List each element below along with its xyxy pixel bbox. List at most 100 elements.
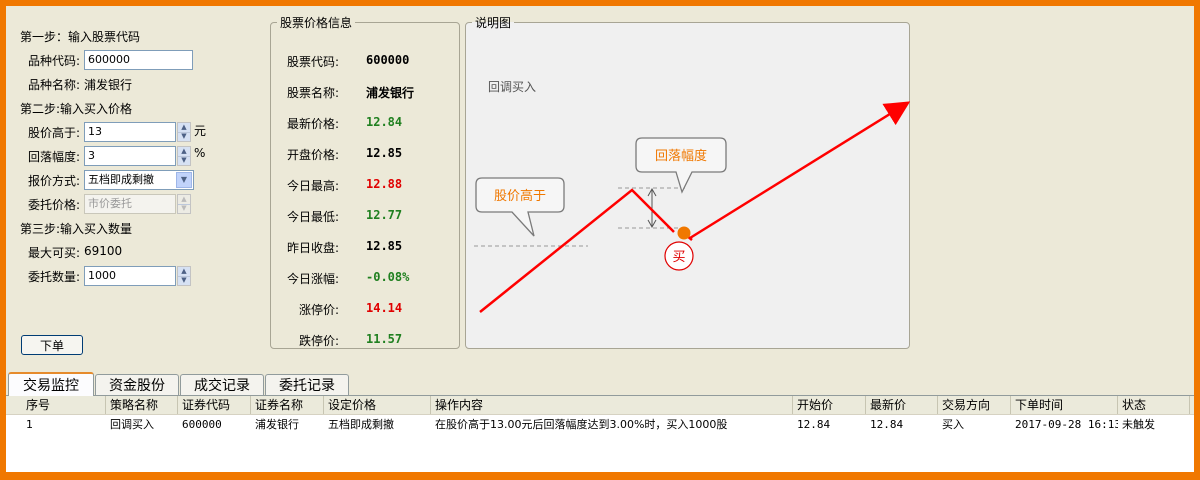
stock-info-row: 开盘价格: 12.85: [271, 146, 451, 166]
step1-title: 第一步：输入股票代码: [20, 30, 141, 44]
cell-set-price: 五档即成剩撤: [328, 418, 394, 431]
col-header[interactable]: 设定价格: [324, 396, 431, 414]
stock-info-label: 今日最高:: [286, 179, 339, 193]
stock-info-row: 股票名称: 浦发银行: [271, 84, 451, 104]
stock-info-value: 12.84: [366, 115, 403, 129]
col-header[interactable]: 下单时间: [1011, 396, 1118, 414]
spin-down-icon[interactable]: ▼: [178, 276, 190, 285]
stock-info-row: 涨停价: 14.14: [271, 301, 451, 321]
col-header[interactable]: 交易方向: [938, 396, 1011, 414]
stock-info-value: 12.85: [366, 146, 403, 160]
col-header[interactable]: 开始价: [793, 396, 866, 414]
callout-pullback-text: 回落幅度: [655, 148, 707, 164]
order-price-label: 委托价格:: [28, 198, 81, 212]
stock-info-label: 今日涨幅:: [286, 272, 339, 286]
stock-info-group: 股票价格信息 股票代码: 600000 股票名称: 浦发银行 最新价格: 12.84 开盘价…: [270, 14, 460, 349]
stock-info-value: 12.85: [366, 239, 403, 253]
quote-mode-select[interactable]: 五档即成剩撤 ▼: [84, 170, 194, 190]
price-unit: 元: [194, 124, 207, 138]
cell-strategy: 回调买入: [110, 418, 154, 431]
stock-info-row: 股票代码: 600000: [271, 53, 451, 73]
stock-info-row: 今日涨幅: -0.08%: [271, 270, 451, 290]
cell-status: 未触发: [1122, 418, 1155, 431]
tab-trade-monitor[interactable]: 交易监控: [8, 372, 94, 396]
name-value: 浦发银行: [84, 78, 133, 92]
code-input[interactable]: 600000: [84, 50, 193, 70]
stock-info-value: 14.14: [366, 301, 403, 315]
stock-info-value: 11.57: [366, 332, 403, 346]
cell-name: 浦发银行: [255, 418, 299, 431]
step2-title: 第二步:输入买入价格: [20, 102, 133, 116]
submit-order-button[interactable]: 下单: [21, 335, 83, 355]
cell-start-price: 12.84: [797, 418, 831, 431]
stock-info-row: 跌停价: 11.57: [271, 332, 451, 352]
spin-up-icon[interactable]: ▲: [178, 147, 190, 157]
spin-down-icon[interactable]: ▼: [178, 204, 190, 213]
strategy-diagram: 买 股价高于 回落幅度: [474, 101, 910, 313]
price-above-spinner[interactable]: ▲ ▼: [177, 122, 191, 142]
tab-trade-records[interactable]: 成交记录: [180, 374, 264, 395]
stock-info-value: -0.08%: [366, 270, 410, 284]
col-header[interactable]: 序号: [22, 396, 106, 414]
cell-code: 600000: [182, 418, 222, 431]
cell-index: 1: [26, 418, 33, 431]
order-qty-spinner[interactable]: ▲ ▼: [177, 266, 191, 286]
stock-info-label: 最新价格:: [286, 117, 339, 131]
spin-up-icon[interactable]: ▲: [178, 195, 190, 205]
stock-info-row: 昨日收盘: 12.85: [271, 239, 451, 259]
stock-info-label: 涨停价:: [298, 303, 339, 317]
col-header[interactable]: 证券代码: [178, 396, 251, 414]
pullback-label: 回落幅度:: [28, 150, 81, 164]
chevron-down-icon[interactable]: ▼: [176, 172, 192, 188]
callout-price-bubble: [475, 177, 565, 237]
order-price-input[interactable]: 市价委托: [84, 194, 176, 214]
spin-down-icon[interactable]: ▼: [178, 132, 190, 141]
table-row[interactable]: 1 回调买入 600000 浦发银行 五档即成剩撤 在股价高于13.00元后回落…: [6, 416, 1194, 434]
cell-latest-price: 12.84: [870, 418, 904, 431]
spin-up-icon[interactable]: ▲: [178, 267, 190, 277]
stock-info-label: 昨日收盘:: [286, 241, 339, 255]
tab-order-records[interactable]: 委托记录: [265, 374, 349, 395]
stock-info-value: 600000: [366, 53, 410, 67]
quote-mode-value: 五档即成剩撤: [88, 173, 154, 186]
col-header[interactable]: 状态: [1118, 396, 1190, 414]
step3-title: 第三步:输入买入数量: [20, 222, 133, 236]
main-window: 第一步：输入股票代码 品种代码: 600000 品种名称: 浦发银行 第二步:输…: [6, 6, 1194, 472]
stock-info-row: 最新价格: 12.84: [271, 115, 451, 135]
pullback-spinner[interactable]: ▲ ▼: [177, 146, 191, 166]
stock-info-row: 今日最低: 12.77: [271, 208, 451, 228]
order-price-spinner[interactable]: ▲ ▼: [177, 194, 191, 214]
stock-info-value: 12.77: [366, 208, 403, 222]
pullback-input[interactable]: 3: [84, 146, 176, 166]
col-header[interactable]: 证券名称: [251, 396, 324, 414]
quote-mode-label: 报价方式:: [28, 174, 81, 188]
buy-point-dot: [677, 226, 691, 240]
stock-info-value: 12.88: [366, 177, 403, 191]
stock-info-rows: 股票代码: 600000 股票名称: 浦发银行最新价格: 12.84 开盘价格: 12.85…: [271, 31, 459, 351]
tab-funds-positions[interactable]: 资金股份: [95, 374, 179, 395]
max-buy-value: 69100: [84, 244, 123, 258]
stock-info-row: 今日最高: 12.88: [271, 177, 451, 197]
price-above-label: 股价高于:: [28, 126, 81, 140]
buy-marker-text: 买: [672, 250, 685, 265]
spin-down-icon[interactable]: ▼: [178, 156, 190, 165]
stock-info-label: 今日最低:: [286, 210, 339, 224]
spin-up-icon[interactable]: ▲: [178, 123, 190, 133]
code-label: 品种代码:: [28, 54, 81, 68]
callout-pullback-bubble: [635, 137, 727, 194]
col-header[interactable]: 最新价: [866, 396, 938, 414]
max-buy-label: 最大可买:: [28, 246, 81, 260]
col-header[interactable]: 策略名称: [106, 396, 178, 414]
price-above-input[interactable]: 13: [84, 122, 176, 142]
cell-operation: 在股价高于13.00元后回落幅度达到3.00%时，买入1000股: [435, 418, 728, 431]
order-qty-input[interactable]: 1000: [84, 266, 176, 286]
cell-direction: 买入: [942, 418, 964, 431]
trade-monitor-table: 序号 策略名称 证券代码 证券名称 设定价格 操作内容 开始价 最新价 交易方向…: [6, 395, 1194, 472]
stock-info-label: 开盘价格:: [286, 148, 339, 162]
name-label: 品种名称:: [28, 78, 81, 92]
col-header[interactable]: 操作内容: [431, 396, 793, 414]
callout-price-text: 股价高于: [494, 188, 546, 204]
stock-info-label: 跌停价:: [298, 334, 339, 348]
stock-info-label: 股票名称:: [286, 86, 339, 100]
order-qty-label: 委托数量:: [28, 270, 81, 284]
